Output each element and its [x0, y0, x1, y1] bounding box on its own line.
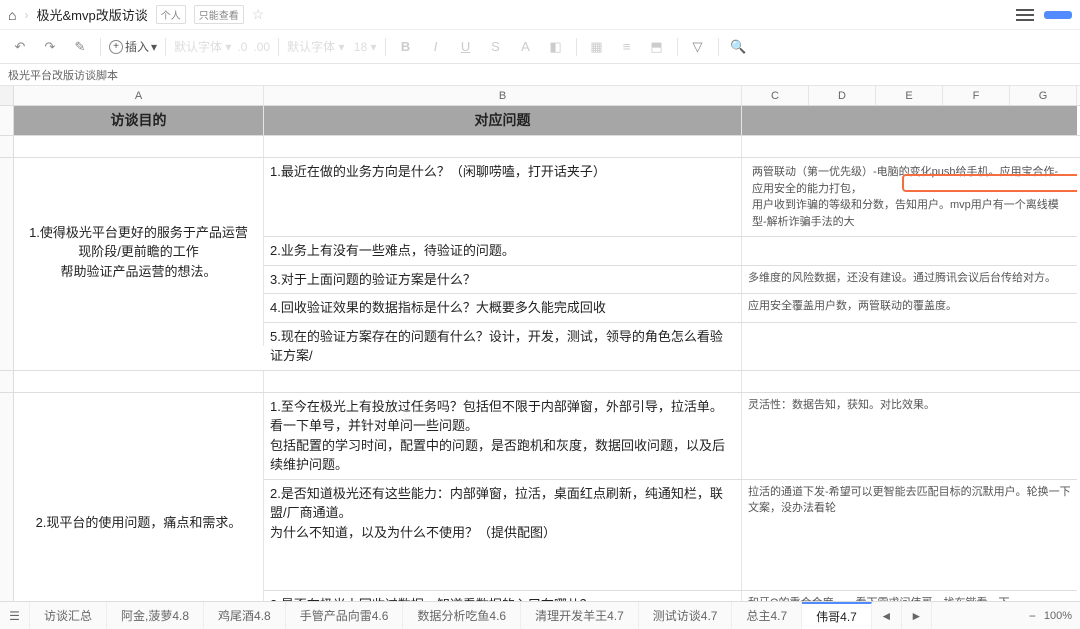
- tabs-next-button[interactable]: ►: [902, 602, 932, 629]
- question-cell[interactable]: 5.现在的验证方案存在的问题有什么？设计，开发，测试，领导的角色怎么看验证方案/: [264, 323, 742, 370]
- question-cell[interactable]: 1.最近在做的业务方向是什么？（闲聊唠嗑，打开话夹子）: [264, 158, 742, 236]
- decimal-inc[interactable]: .00: [253, 40, 270, 54]
- search-button[interactable]: 🔍: [727, 35, 751, 59]
- font-size[interactable]: 18 ▾: [350, 40, 376, 54]
- goal-cell[interactable]: 1.使得极光平台更好的服务于产品运营 现阶段/更前瞻的工作 帮助验证产品运营的想…: [14, 158, 264, 346]
- font-family-select[interactable]: 默认字体 ▾: [174, 38, 231, 55]
- grid-body[interactable]: 访谈目的 对应问题 1.使得极光平台更好的服务于产品运营 现阶段/更前瞻的工作 …: [0, 106, 1080, 601]
- note-cell[interactable]: 拉活的通道下发-希望可以更智能去匹配目标的沉默用户。轮换一下文案，没办法看轮: [742, 480, 1077, 590]
- table-header-row: 访谈目的 对应问题: [0, 106, 1080, 136]
- home-icon[interactable]: ⌂: [8, 7, 16, 23]
- tabs-prev-button[interactable]: ◄: [872, 602, 902, 629]
- sheet-tab[interactable]: 手管产品向雷4.6: [286, 602, 404, 629]
- note-cell[interactable]: 和牙Q的重合合度——看下需求问伟哥。找布锴看一下 一般没什么变化，很少看数据 1…: [742, 591, 1077, 602]
- star-icon[interactable]: ☆: [252, 6, 265, 23]
- bold-button[interactable]: B: [394, 35, 418, 59]
- note-cell[interactable]: [742, 237, 1077, 265]
- merge-button[interactable]: ⬒: [645, 35, 669, 59]
- question-cell[interactable]: 1.至今在极光上有投放过任务吗？包括但不限于内部弹窗，外部引导，拉活单。看一下单…: [264, 393, 742, 479]
- note-cell[interactable]: 灵活性：数据告知，获知。对比效果。: [742, 393, 1077, 479]
- sheet-tab[interactable]: 阿金,菠萝4.8: [107, 602, 204, 629]
- italic-button[interactable]: I: [424, 35, 448, 59]
- decimal-dec[interactable]: .0: [237, 40, 247, 54]
- sheet-tab-active[interactable]: 伟哥4.7: [802, 602, 872, 629]
- badge-readonly: 只能查看: [194, 5, 244, 24]
- column-headers: A B C D E F G: [0, 86, 1080, 106]
- sheet-tab[interactable]: 清理开发羊王4.7: [521, 602, 639, 629]
- question-cell[interactable]: 2.业务上有没有一些难点，待验证的问题。: [264, 237, 742, 265]
- col-header[interactable]: F: [943, 86, 1010, 105]
- sheet-tab[interactable]: 鸡尾酒4.8: [204, 602, 286, 629]
- font-name[interactable]: 默认字体 ▾: [287, 38, 344, 55]
- note-cell[interactable]: 多维度的风险数据，还没有建设。通过腾讯会议后台传给对方。: [742, 266, 1077, 294]
- note-cell[interactable]: 两管联动（第一优先级）-电脑的变化push给手机。应用宝合作-应用安全的能力打包…: [742, 158, 1077, 236]
- spreadsheet-grid: A B C D E F G 访谈目的 对应问题 1.使得极光平台更好的服务于产品…: [0, 86, 1080, 601]
- table-row: 2.现平台的使用问题，痛点和需求。 1.至今在极光上有投放过任务吗？包括但不限于…: [0, 393, 1080, 602]
- borders-button[interactable]: ▦: [585, 35, 609, 59]
- formula-bar[interactable]: 极光平台改版访谈脚本: [0, 64, 1080, 86]
- underline-button[interactable]: U: [454, 35, 478, 59]
- col-header[interactable]: C: [742, 86, 809, 105]
- share-button[interactable]: [1044, 11, 1072, 19]
- table-row: 1.使得极光平台更好的服务于产品运营 现阶段/更前瞻的工作 帮助验证产品运营的想…: [0, 158, 1080, 371]
- titlebar: ⌂ › 极光&mvp改版访谈 个人 只能查看 ☆: [0, 0, 1080, 30]
- breadcrumb-sep: ›: [24, 8, 28, 22]
- col-header[interactable]: B: [264, 86, 742, 105]
- fill-color-button[interactable]: ◧: [544, 35, 568, 59]
- table-row: [0, 136, 1080, 158]
- goal-cell[interactable]: 2.现平台的使用问题，痛点和需求。: [14, 393, 264, 602]
- badge-personal: 个人: [156, 5, 186, 24]
- align-button[interactable]: ≡: [615, 35, 639, 59]
- zoom-level: 100%: [1044, 610, 1072, 622]
- font-color-button[interactable]: A: [514, 35, 538, 59]
- col-header[interactable]: D: [809, 86, 876, 105]
- sheet-tab[interactable]: 数据分析吃鱼4.6: [403, 602, 521, 629]
- header-question[interactable]: 对应问题: [264, 106, 742, 135]
- sheet-tab[interactable]: 访谈汇总: [30, 602, 107, 629]
- note-cell[interactable]: [742, 323, 1077, 370]
- col-header[interactable]: A: [14, 86, 264, 105]
- plus-icon: +: [109, 40, 123, 54]
- question-cell[interactable]: 2.是否知道极光还有这些能力：内部弹窗，拉活，桌面红点刷新，纯通知栏，联盟/厂商…: [264, 480, 742, 590]
- table-row: [0, 371, 1080, 393]
- col-header[interactable]: E: [876, 86, 943, 105]
- insert-button[interactable]: + 插入 ▾: [109, 38, 157, 55]
- sheet-tab[interactable]: 总主4.7: [732, 602, 802, 629]
- sheet-tab[interactable]: 测试访谈4.7: [639, 602, 733, 629]
- format-painter-button[interactable]: ✎: [68, 35, 92, 59]
- hamburger-icon[interactable]: [1016, 6, 1034, 24]
- chevron-down-icon: ▾: [151, 40, 157, 54]
- header-goal[interactable]: 访谈目的: [14, 106, 264, 135]
- note-cell[interactable]: 应用安全覆盖用户数，两管联动的覆盖度。: [742, 294, 1077, 322]
- filter-button[interactable]: ▽: [686, 35, 710, 59]
- question-cell[interactable]: 4.回收验证效果的数据指标是什么？大概要多久能完成回收: [264, 294, 742, 322]
- redo-button[interactable]: ↷: [38, 35, 62, 59]
- question-cell[interactable]: 3.是否在极光上回收过数据，知道看数据的入口在哪儿？ 如何筛选任务数据。数据漏斗…: [264, 591, 742, 602]
- sheets-menu-button[interactable]: ☰: [0, 602, 30, 629]
- strike-button[interactable]: S: [484, 35, 508, 59]
- select-all-corner[interactable]: [0, 86, 14, 105]
- col-header[interactable]: G: [1010, 86, 1077, 105]
- doc-title: 极光&mvp改版访谈: [36, 5, 147, 24]
- question-cell[interactable]: 3.对于上面问题的验证方案是什么？: [264, 266, 742, 294]
- undo-button[interactable]: ↶: [8, 35, 32, 59]
- zoom-out-button[interactable]: −: [1029, 609, 1036, 623]
- toolbar: ↶ ↷ ✎ + 插入 ▾ 默认字体 ▾ .0 .00 默认字体 ▾ 18 ▾ B…: [0, 30, 1080, 64]
- header-notes[interactable]: [742, 106, 1077, 135]
- sheet-tab-bar: ☰ 访谈汇总 阿金,菠萝4.8 鸡尾酒4.8 手管产品向雷4.6 数据分析吃鱼4…: [0, 601, 1080, 629]
- formula-value: 极光平台改版访谈脚本: [8, 67, 118, 83]
